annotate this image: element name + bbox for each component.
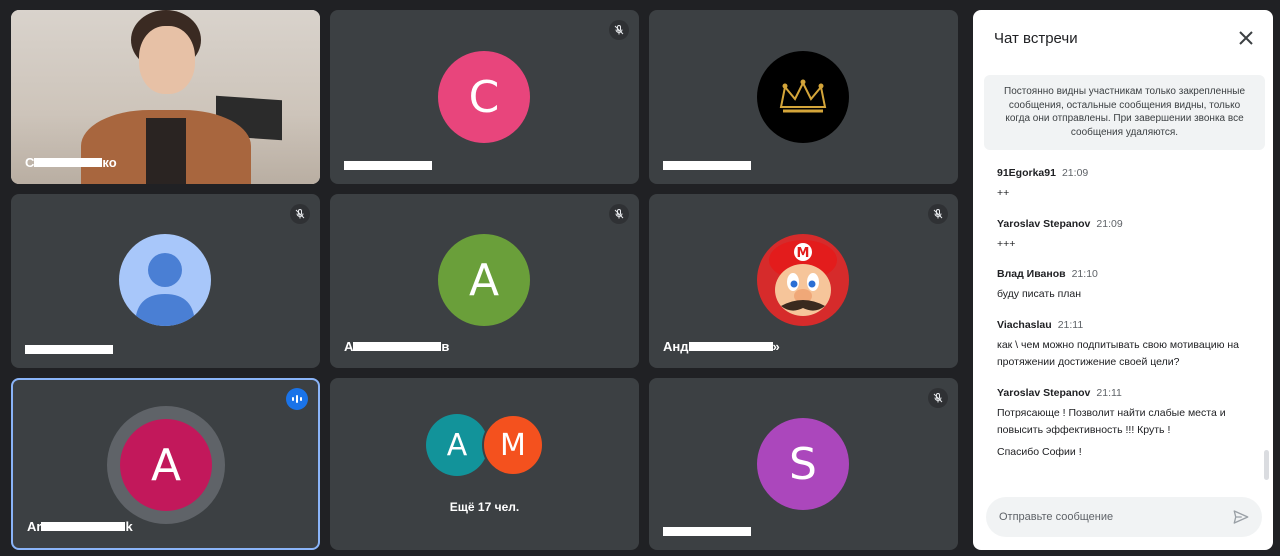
mic-off-icon [928,388,948,408]
participant-avatar: A [426,414,488,476]
svg-text:M: M [797,246,810,261]
participant-name: А в [344,339,449,354]
message-time: 21:11 [1096,386,1122,399]
name-suffix: ко [102,155,117,170]
participant-avatar: A [120,419,212,511]
send-icon[interactable] [1232,508,1250,526]
participant-avatar: C [438,51,530,143]
redaction-bar [353,342,442,351]
redaction-bar [41,522,126,531]
participant-tile-7-active[interactable]: A Ar k [11,378,320,550]
participant-name: Ar k [27,519,133,534]
redaction-bar [663,527,751,536]
participant-name [25,345,113,354]
participant-tile-4[interactable] [11,194,320,368]
chat-panel: Чат встречи Постоянно видны участникам т… [973,10,1273,550]
message-text: +++ [997,237,1016,250]
participant-name: С ко [25,155,117,170]
message-author: Yaroslav Stepanov [997,386,1091,399]
participant-tile-5[interactable]: A А в [330,194,639,368]
more-participants-tile[interactable]: A M Ещё 17 чел. [330,378,639,550]
mic-off-icon [609,204,629,224]
participant-tile-9[interactable]: S [649,378,958,550]
message-input[interactable] [999,497,1219,537]
chat-message: Влад Иванов 21:10 буду писать план [997,267,1257,304]
message-text: Спасибо Софии ! [997,445,1082,458]
message-author: Viachaslau [997,318,1052,331]
participant-avatar: M [482,414,544,476]
participant-name [344,161,432,170]
audio-level-icon [286,388,308,410]
chat-message: Yaroslav Stepanov 21:11 Потрясающе ! Позв… [997,386,1257,462]
mario-avatar: M [757,234,849,326]
chat-scrollbar[interactable] [1264,450,1269,480]
name-prefix: А [344,339,354,354]
message-time: 21:09 [1061,167,1089,179]
redaction-bar [663,161,751,170]
name-prefix: С [25,155,35,170]
message-text: ++ [997,187,1010,199]
name-prefix: Ar [27,519,42,534]
mic-off-icon [290,204,310,224]
crown-icon [757,51,849,143]
name-suffix: k [125,519,133,534]
message-author: Yaroslav Stepanov [997,217,1091,230]
message-author: Влад Иванов [997,268,1066,280]
message-author: 91Egorka91 [997,167,1056,179]
person-icon [119,234,211,326]
message-input-box[interactable] [986,497,1262,537]
message-text: буду писать план [997,288,1082,300]
more-participants-label: Ещё 17 чел. [449,500,520,514]
mic-off-icon [928,204,948,224]
redaction-bar [688,342,773,351]
mic-off-icon [609,20,629,40]
participant-name [663,527,751,536]
chat-message: 91Egorka91 21:09 ++ [997,166,1257,203]
chat-message: Viachaslau 21:11 как \ чем можно подпитыв… [997,318,1257,372]
participant-avatar: A [438,234,530,326]
message-time: 21:11 [1057,318,1084,331]
message-time: 21:10 [1071,268,1098,280]
redaction-bar [344,161,432,170]
participant-tile-6[interactable]: M Анд » [649,194,958,368]
participant-name: Анд » [663,339,780,354]
participant-tile-2[interactable]: C [330,10,639,184]
name-suffix: в [441,339,450,354]
participant-tile-1[interactable]: С ко [11,10,320,184]
participant-tile-3[interactable] [649,10,958,184]
redaction-bar [25,345,113,354]
chat-title: Чат встречи [994,30,1078,47]
redaction-bar [34,158,103,167]
chat-message: Yaroslav Stepanov 21:09 +++ [997,217,1257,254]
message-list: 91Egorka91 21:09 ++ Yaroslav Stepanov 21:0… [997,166,1257,475]
participant-name [663,161,751,170]
message-text: Потрясающе ! Позволит найти слабые места… [997,406,1226,437]
chat-notice: Постоянно видны участникам только закреп… [984,75,1265,150]
name-suffix: » [772,339,780,354]
message-time: 21:09 [1096,217,1123,230]
close-icon[interactable] [1237,29,1255,47]
participant-avatar: S [757,418,849,510]
message-text: как \ чем можно подпитывать свою мотивац… [997,338,1240,369]
name-prefix: Анд [663,339,689,354]
